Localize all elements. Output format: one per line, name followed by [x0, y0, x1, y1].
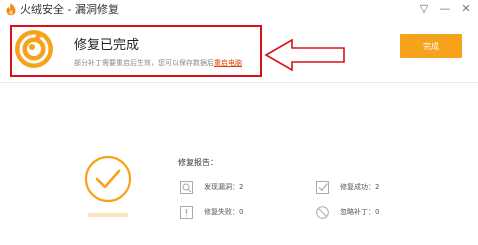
ignore-icon [316, 205, 329, 219]
done-button[interactable]: 完成 [400, 34, 462, 58]
report-title: 修复报告： [178, 158, 218, 167]
annotation-highlight-box [10, 25, 262, 77]
title-bar: 火绒安全 - 漏洞修复 ▽ — ✕ [0, 0, 478, 20]
report-failed: 修复失败：0 [180, 205, 243, 219]
checked-box-icon [316, 180, 329, 194]
header-divider [0, 82, 478, 83]
report-success: 修复成功：2 [316, 180, 379, 194]
check-circle-icon [84, 155, 132, 217]
report-ignored-label: 忽略补丁：0 [340, 207, 380, 216]
huorong-logo-icon [6, 3, 16, 16]
menu-dropdown-icon[interactable]: ▽ [416, 1, 432, 17]
window-title: 火绒安全 - 漏洞修复 [20, 3, 119, 16]
report-success-label: 修复成功：2 [340, 182, 380, 191]
search-document-icon [180, 180, 193, 194]
report-failed-label: 修复失败：0 [204, 207, 244, 216]
report-found-label: 发现漏洞：2 [204, 182, 244, 191]
report-found: 发现漏洞：2 [180, 180, 243, 194]
minimize-button[interactable]: — [437, 1, 453, 17]
annotation-arrow-icon [264, 38, 345, 72]
report-ignored: 忽略补丁：0 [316, 205, 379, 219]
close-button[interactable]: ✕ [458, 1, 474, 17]
warning-box-icon [180, 205, 193, 219]
